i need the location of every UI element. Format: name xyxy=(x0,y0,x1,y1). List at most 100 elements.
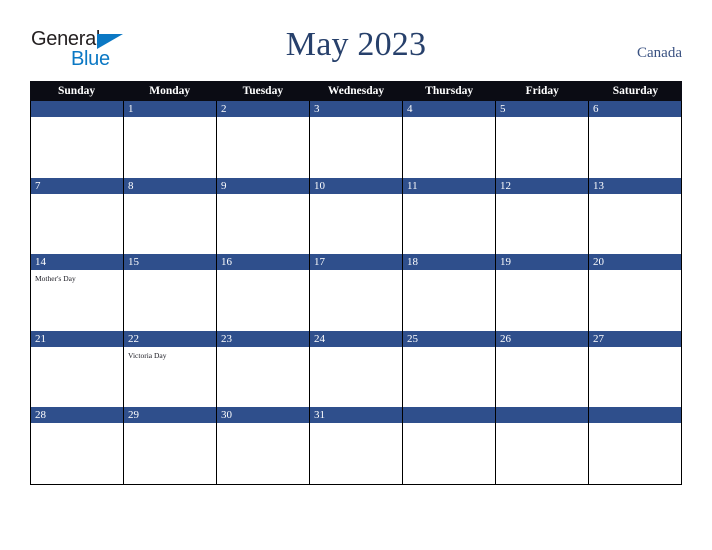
calendar-day-cell[interactable]: 23 xyxy=(217,330,310,407)
calendar-week-row: 28 29 30 31 xyxy=(31,407,681,484)
day-events xyxy=(310,347,402,351)
day-events xyxy=(124,423,216,427)
calendar-day-cell[interactable]: 28 xyxy=(31,407,124,484)
day-events xyxy=(589,347,681,351)
day-events xyxy=(589,117,681,121)
calendar-day-cell[interactable]: 19 xyxy=(496,254,589,331)
day-number: 26 xyxy=(500,332,511,345)
day-number: 15 xyxy=(128,256,139,268)
day-number-bar: 26 xyxy=(496,330,588,347)
calendar-day-cell[interactable]: 10 xyxy=(310,177,403,254)
day-number-bar: 16 xyxy=(217,254,309,270)
weekday-header-friday: Friday xyxy=(525,85,559,97)
day-events xyxy=(217,347,309,351)
calendar-day-cell[interactable]: 1 xyxy=(124,101,217,178)
weekday-header-thursday: Thursday xyxy=(425,85,474,97)
calendar-day-cell[interactable]: 9 xyxy=(217,177,310,254)
day-number: 12 xyxy=(500,179,511,192)
calendar-day-cell[interactable]: 25 xyxy=(403,330,496,407)
calendar-day-cell[interactable]: 18 xyxy=(403,254,496,331)
calendar-day-cell[interactable]: 30 xyxy=(217,407,310,484)
calendar-week-row: 7 8 9 10 11 12 13 xyxy=(31,177,681,254)
day-events xyxy=(496,347,588,351)
calendar-day-cell[interactable]: 5 xyxy=(496,101,589,178)
day-number-bar: 1 xyxy=(124,101,216,117)
calendar-day-cell[interactable]: 27 xyxy=(589,330,681,407)
calendar-day-cell[interactable]: 24 xyxy=(310,330,403,407)
calendar-page: General Blue May 2023 Canada Sunday Mond… xyxy=(0,0,712,550)
calendar-day-cell[interactable]: 22 Victoria Day xyxy=(124,330,217,407)
day-events xyxy=(310,117,402,121)
day-number-bar xyxy=(31,101,123,117)
day-number-bar: 7 xyxy=(31,177,123,194)
day-events xyxy=(31,117,123,121)
day-events xyxy=(589,270,681,274)
day-number-bar: 29 xyxy=(124,407,216,423)
day-number-bar: 8 xyxy=(124,177,216,194)
calendar-day-cell[interactable]: 17 xyxy=(310,254,403,331)
calendar-week-row: 14 Mother's Day 15 16 17 18 19 20 xyxy=(31,254,681,331)
calendar-day-cell[interactable]: 29 xyxy=(124,407,217,484)
calendar-day-cell[interactable]: 6 xyxy=(589,101,681,178)
calendar-day-cell[interactable]: 7 xyxy=(31,177,124,254)
day-number-bar: 25 xyxy=(403,330,495,347)
day-number-bar: 6 xyxy=(589,101,681,117)
day-number: 6 xyxy=(593,103,599,115)
day-events xyxy=(496,423,588,427)
calendar-day-cell[interactable]: 31 xyxy=(310,407,403,484)
day-events xyxy=(589,194,681,198)
calendar-day-cell[interactable]: 14 Mother's Day xyxy=(31,254,124,331)
day-number: 28 xyxy=(35,409,46,421)
calendar-day-cell[interactable]: 3 xyxy=(310,101,403,178)
day-number: 27 xyxy=(593,332,604,345)
calendar-week-row: 1 2 3 4 5 6 xyxy=(31,101,681,178)
calendar-day-cell[interactable]: 16 xyxy=(217,254,310,331)
day-number: 23 xyxy=(221,332,232,345)
calendar-day-cell[interactable]: 12 xyxy=(496,177,589,254)
day-number-bar: 19 xyxy=(496,254,588,270)
day-number-bar: 11 xyxy=(403,177,495,194)
day-events xyxy=(403,117,495,121)
calendar-day-cell[interactable]: 11 xyxy=(403,177,496,254)
calendar-day-cell[interactable]: 8 xyxy=(124,177,217,254)
day-number-bar: 28 xyxy=(31,407,123,423)
calendar-day-cell-empty[interactable] xyxy=(589,407,681,484)
calendar-day-cell-empty[interactable] xyxy=(31,101,124,178)
calendar-day-cell[interactable]: 15 xyxy=(124,254,217,331)
day-events xyxy=(496,194,588,198)
calendar-day-cell[interactable]: 13 xyxy=(589,177,681,254)
day-number-bar: 30 xyxy=(217,407,309,423)
day-events xyxy=(217,423,309,427)
calendar-day-cell[interactable]: 21 xyxy=(31,330,124,407)
calendar-day-cell[interactable]: 2 xyxy=(217,101,310,178)
day-number: 25 xyxy=(407,332,418,345)
calendar-day-cell-empty[interactable] xyxy=(496,407,589,484)
day-events xyxy=(31,347,123,351)
day-number: 30 xyxy=(221,409,232,421)
calendar-day-cell[interactable]: 26 xyxy=(496,330,589,407)
day-events xyxy=(217,117,309,121)
weekday-header-monday: Monday xyxy=(149,85,191,97)
calendar-weeks: 1 2 3 4 5 6 7 8 9 10 11 12 13 14 Mother's Day 15 16 17 18 1… xyxy=(30,101,682,485)
day-events xyxy=(589,423,681,427)
calendar-day-cell[interactable]: 4 xyxy=(403,101,496,178)
day-number: 13 xyxy=(593,179,604,192)
day-number: 21 xyxy=(35,332,46,345)
day-number-bar: 22 xyxy=(124,330,216,347)
calendar-day-cell-empty[interactable] xyxy=(403,407,496,484)
day-number-bar: 23 xyxy=(217,330,309,347)
day-number-bar: 13 xyxy=(589,177,681,194)
day-events xyxy=(403,270,495,274)
day-number: 19 xyxy=(500,256,511,268)
holiday-label: Mother's Day xyxy=(35,274,76,283)
calendar-day-cell[interactable]: 20 xyxy=(589,254,681,331)
day-number: 1 xyxy=(128,103,134,115)
day-events xyxy=(310,194,402,198)
day-events xyxy=(403,423,495,427)
page-title: May 2023 xyxy=(285,26,427,63)
day-number: 16 xyxy=(221,256,232,268)
day-number: 7 xyxy=(35,179,41,192)
page-header: General Blue May 2023 Canada xyxy=(0,0,712,78)
day-number: 2 xyxy=(221,103,227,115)
day-number-bar: 20 xyxy=(589,254,681,270)
